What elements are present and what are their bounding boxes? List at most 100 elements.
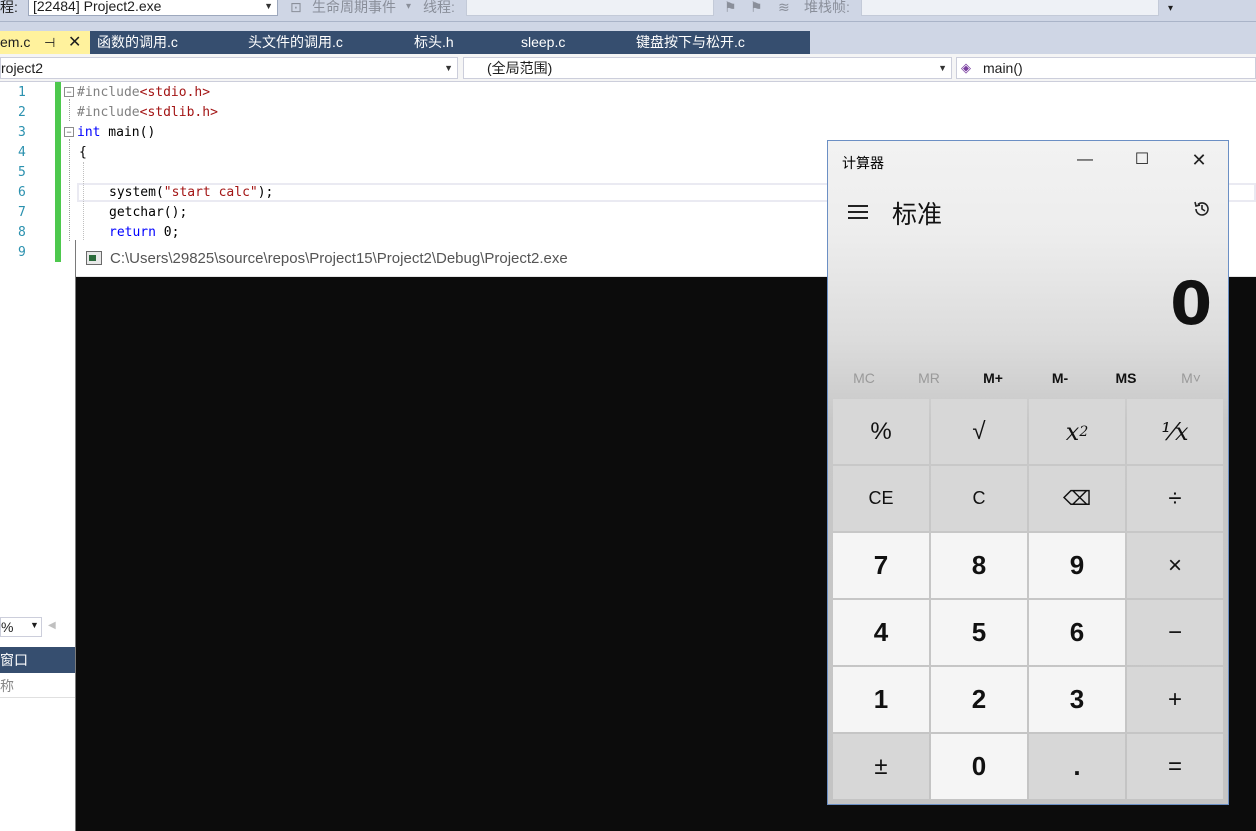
flag-icon[interactable]: ⚑ [724,0,737,14]
pin-icon[interactable]: ⊣ [44,31,55,54]
lifecycle-icon: ⊡ [290,0,302,15]
stackframe-dropdown[interactable] [861,0,1159,16]
scope-name: (全局范围) [487,60,553,76]
clear-button[interactable]: C [931,466,1027,531]
tab-label: em.c [0,34,31,50]
collapse-icon[interactable]: − [64,87,74,97]
collapse-icon[interactable]: − [64,127,74,137]
tab-em-c[interactable]: em.c ⊣ ✕ [0,31,90,54]
hamburger-menu-icon[interactable] [848,205,868,223]
equals-button[interactable]: = [1127,734,1223,799]
thread-label: 线程: [423,0,455,15]
decimal-button[interactable]: . [1029,734,1125,799]
process-dropdown[interactable]: [22484] Project2.exe ▼ [28,0,278,16]
process-value: [22484] Project2.exe [33,0,162,14]
memory-clear-button[interactable]: MC [832,367,896,389]
digit-7-button[interactable]: 7 [833,533,929,598]
square-button[interactable]: x2 [1029,399,1125,464]
percent-button[interactable]: % [833,399,929,464]
tool-window-header: 窗口 [0,647,75,673]
subtract-button[interactable]: − [1127,600,1223,665]
calculator-window[interactable]: 计算器 — ☐ ✕ 标准 0 MC MR M+ M- MS M˅ % √ x2 … [827,140,1229,805]
scope-dropdown[interactable]: (全局范围) ▼ [463,57,952,79]
memory-add-button[interactable]: M+ [961,367,1025,389]
digit-3-button[interactable]: 3 [1029,667,1125,732]
project-name: roject2 [1,60,44,76]
mode-title: 标准 [892,201,943,229]
tab-header-h[interactable]: 标头.h [400,31,500,54]
digit-4-button[interactable]: 4 [833,600,929,665]
stackframe-label: 堆栈帧: [804,0,850,15]
line-number: 7 [18,205,26,220]
threads-icon[interactable]: ≋ [778,0,790,14]
member-dropdown[interactable]: ◈ main() [956,57,1256,79]
digit-2-button[interactable]: 2 [931,667,1027,732]
code-line-6: system("start calc"); [109,185,274,200]
digit-5-button[interactable]: 5 [931,600,1027,665]
tab-label: 标头.h [414,34,454,50]
close-icon[interactable]: ✕ [68,31,81,54]
toolbar-overflow-icon[interactable]: ▾ [1168,2,1173,16]
panel-title: 窗口 [0,652,28,668]
scroll-left-icon[interactable]: ◀ [48,620,56,631]
digit-6-button[interactable]: 6 [1029,600,1125,665]
square-root-button[interactable]: √ [931,399,1027,464]
line-number: 2 [18,105,26,120]
change-indicator [55,82,61,262]
digit-8-button[interactable]: 8 [931,533,1027,598]
tab-keyboard-c[interactable]: 键盘按下与松开.c [610,31,810,54]
memory-subtract-button[interactable]: M- [1028,367,1092,389]
line-number: 5 [18,165,26,180]
thread-dropdown[interactable] [466,0,714,16]
zoom-value: % [1,619,14,635]
member-name: main() [983,60,1023,76]
code-line-7: getchar(); [109,205,188,220]
column-header-name[interactable]: 称 [0,676,75,698]
calculator-title: 计算器 [842,155,884,171]
code-line-8: return 0; [109,225,180,240]
flag-all-icon[interactable]: ⚑ [750,0,763,14]
code-line-1: #include<stdio.h> [77,85,211,100]
chevron-down-icon: ▼ [30,620,39,630]
line-number: 9 [18,245,26,260]
tab-header-call[interactable]: 头文件的调用.c [240,31,400,54]
history-icon[interactable] [1192,199,1212,219]
reciprocal-button[interactable]: ⅟x [1127,399,1223,464]
close-button[interactable]: ✕ [1179,147,1219,173]
add-button[interactable]: + [1127,667,1223,732]
project-dropdown[interactable]: roject2 ▼ [0,57,458,79]
line-number: 3 [18,125,26,140]
maximize-button[interactable]: ☐ [1122,147,1162,173]
line-number: 1 [18,85,26,100]
tab-label: sleep.c [521,34,566,50]
tab-function-call[interactable]: 函数的调用.c [90,31,240,54]
result-display: 0 [1170,269,1212,339]
divide-button[interactable]: ÷ [1127,466,1223,531]
tab-sleep-c[interactable]: sleep.c [500,31,610,54]
digit-1-button[interactable]: 1 [833,667,929,732]
code-line-2: #include<stdlib.h> [77,105,218,120]
method-icon: ◈ [961,60,971,75]
tab-label: 头文件的调用.c [248,34,343,50]
memory-list-button[interactable]: M˅ [1159,367,1223,389]
navigation-bar: roject2 ▼ (全局范围) ▼ ◈ main() [0,54,1256,82]
multiply-button[interactable]: × [1127,533,1223,598]
lifecycle-events-button[interactable]: 生命周期事件 [312,0,396,14]
chevron-down-icon: ▼ [938,63,947,73]
memory-store-button[interactable]: MS [1094,367,1158,389]
line-number: 6 [18,185,26,200]
console-title: C:\Users\29825\source\repos\Project15\Pr… [110,250,568,267]
code-line-4: { [79,145,87,160]
keypad: % √ x2 ⅟x CE C ⌫ ÷ 7 8 9 × 4 5 6 − 1 2 3… [833,399,1225,801]
clear-entry-button[interactable]: CE [833,466,929,531]
chevron-down-icon: ▾ [406,1,412,12]
digit-9-button[interactable]: 9 [1029,533,1125,598]
digit-0-button[interactable]: 0 [931,734,1027,799]
negate-button[interactable]: ± [833,734,929,799]
debug-toolbar: 程: [22484] Project2.exe ▼ ⊡ 生命周期事件 ▾ 线程:… [0,0,1256,22]
memory-recall-button[interactable]: MR [897,367,961,389]
minimize-button[interactable]: — [1065,147,1105,173]
console-app-icon [86,251,102,265]
backspace-button[interactable]: ⌫ [1029,466,1125,531]
indent-guide [83,162,84,240]
